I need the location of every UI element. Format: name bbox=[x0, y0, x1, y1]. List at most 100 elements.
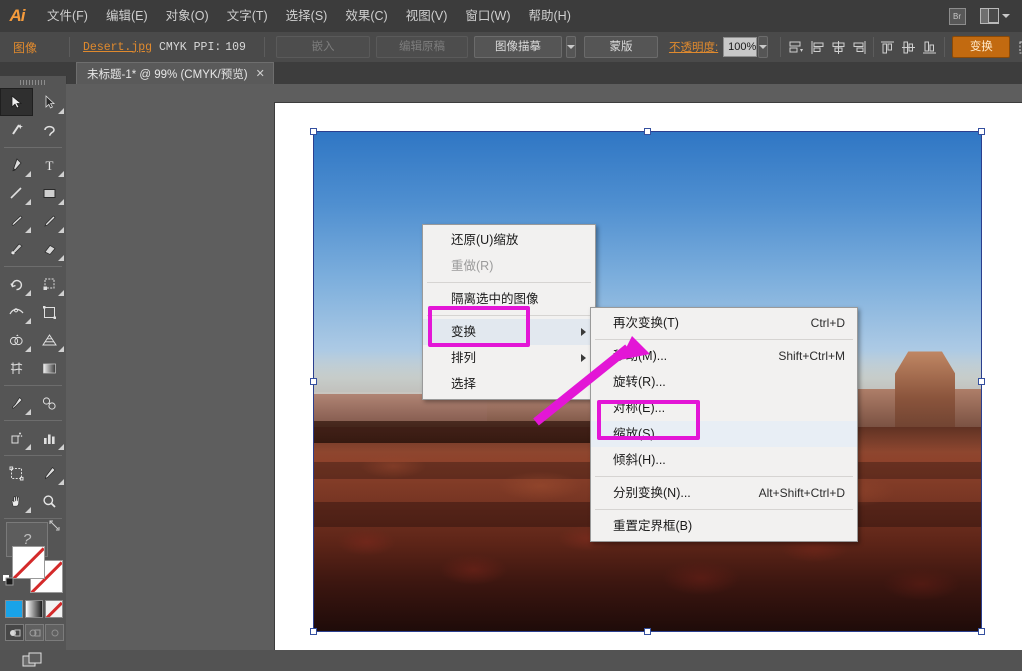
document-tab[interactable]: 未标题-1* @ 99% (CMYK/预览) ✕ bbox=[76, 62, 274, 84]
opacity-label[interactable]: 不透明度: bbox=[669, 39, 718, 55]
divider bbox=[4, 420, 62, 421]
line-segment-tool[interactable] bbox=[0, 179, 33, 207]
eraser-tool[interactable] bbox=[33, 235, 66, 263]
divider bbox=[595, 509, 853, 510]
ctx-isolate-image[interactable]: 隔离选中的图像 bbox=[423, 286, 595, 312]
width-tool[interactable] bbox=[0, 298, 33, 326]
menu-view[interactable]: 视图(V) bbox=[397, 0, 457, 32]
paintbrush-tool[interactable] bbox=[0, 207, 33, 235]
opacity-input[interactable]: 100% bbox=[723, 37, 758, 57]
sub-transform-again-label: 再次变换(T) bbox=[613, 316, 679, 330]
align-center-vertical-icon[interactable] bbox=[900, 36, 917, 58]
menu-window[interactable]: 窗口(W) bbox=[456, 0, 519, 32]
menu-object[interactable]: 对象(O) bbox=[157, 0, 218, 32]
draw-behind-button[interactable] bbox=[25, 624, 44, 641]
ctx-undo-scale[interactable]: 还原(U)缩放 bbox=[423, 227, 595, 253]
align-left-icon[interactable] bbox=[809, 36, 826, 58]
menu-help[interactable]: 帮助(H) bbox=[520, 0, 580, 32]
image-trace-button[interactable]: 图像描摹 bbox=[473, 36, 562, 58]
embed-button[interactable]: 嵌入 bbox=[275, 36, 370, 58]
ctx-redo: 重做(R) bbox=[451, 259, 494, 273]
eyedropper-tool[interactable] bbox=[0, 389, 33, 417]
hand-tool[interactable] bbox=[0, 487, 33, 515]
mask-button[interactable]: 蒙版 bbox=[583, 36, 658, 58]
divider bbox=[780, 37, 782, 57]
divider bbox=[4, 147, 62, 148]
align-top-icon[interactable] bbox=[879, 36, 896, 58]
pen-tool[interactable] bbox=[0, 151, 33, 179]
rotate-tool[interactable] bbox=[0, 270, 33, 298]
sub-shear[interactable]: 倾斜(H)... bbox=[591, 447, 857, 473]
sub-scale[interactable]: 缩放(S)... bbox=[591, 421, 857, 447]
ctx-arrange[interactable]: 排列 bbox=[423, 345, 595, 371]
align-center-horizontal-icon[interactable] bbox=[830, 36, 847, 58]
default-fill-stroke-icon[interactable] bbox=[2, 574, 15, 587]
free-transform-tool[interactable] bbox=[33, 298, 66, 326]
menu-type[interactable]: 文字(T) bbox=[218, 0, 277, 32]
gradient-mode-button[interactable] bbox=[25, 600, 43, 618]
flyout-indicator-icon bbox=[58, 255, 64, 261]
bridge-glyph: Br bbox=[948, 7, 966, 25]
sub-transform-again[interactable]: 再次变换(T) Ctrl+D bbox=[591, 310, 857, 336]
none-mode-button[interactable] bbox=[45, 600, 63, 618]
align-options-icon[interactable] bbox=[788, 36, 805, 58]
sub-transform-each[interactable]: 分别变换(N)... Alt+Shift+Ctrl+D bbox=[591, 480, 857, 506]
sub-move-label: 移动(M)... bbox=[613, 349, 668, 363]
tools-panel-grip[interactable] bbox=[0, 76, 66, 88]
artboard-tool[interactable] bbox=[0, 459, 33, 487]
divider bbox=[4, 455, 62, 456]
ctx-select[interactable]: 选择 bbox=[423, 371, 595, 397]
flyout-indicator-icon bbox=[58, 108, 64, 114]
slice-tool[interactable] bbox=[33, 459, 66, 487]
menu-select[interactable]: 选择(S) bbox=[277, 0, 337, 32]
image-butte bbox=[895, 351, 956, 437]
linked-file-link[interactable]: Desert.jpg bbox=[83, 41, 152, 54]
sub-reflect[interactable]: 对称(E)... bbox=[591, 395, 857, 421]
workspace-switcher-icon[interactable] bbox=[979, 5, 1011, 27]
scale-tool[interactable] bbox=[33, 270, 66, 298]
draw-inside-button[interactable] bbox=[45, 624, 64, 641]
sub-move[interactable]: 移动(M)... Shift+Ctrl+M bbox=[591, 343, 857, 369]
color-mode-button[interactable] bbox=[5, 600, 23, 618]
lasso-tool[interactable] bbox=[33, 116, 66, 144]
perspective-grid-tool[interactable] bbox=[33, 326, 66, 354]
flyout-indicator-icon bbox=[58, 199, 64, 205]
magic-wand-tool[interactable] bbox=[0, 116, 33, 144]
shape-builder-tool[interactable] bbox=[0, 326, 33, 354]
align-bottom-icon[interactable] bbox=[921, 36, 938, 58]
ctx-transform[interactable]: 变换 bbox=[423, 319, 595, 345]
sub-rotate[interactable]: 旋转(R)... bbox=[591, 369, 857, 395]
selection-tool[interactable] bbox=[0, 88, 33, 116]
align-right-icon[interactable] bbox=[851, 36, 868, 58]
blob-brush-tool[interactable] bbox=[0, 235, 33, 263]
symbol-sprayer-tool[interactable] bbox=[0, 424, 33, 452]
blend-tool[interactable] bbox=[33, 389, 66, 417]
opacity-dropdown[interactable] bbox=[758, 36, 769, 58]
rectangle-tool[interactable] bbox=[33, 179, 66, 207]
transform-panel-button[interactable]: 变换 bbox=[952, 36, 1011, 58]
menu-file[interactable]: 文件(F) bbox=[38, 0, 97, 32]
edit-original-button[interactable]: 编辑原稿 bbox=[375, 36, 468, 58]
chevron-down-icon bbox=[1002, 14, 1010, 18]
document-setup-icon[interactable] bbox=[1017, 36, 1022, 58]
fill-swatch[interactable] bbox=[12, 546, 45, 579]
column-graph-tool[interactable] bbox=[33, 424, 66, 452]
draw-normal-button[interactable] bbox=[5, 624, 24, 641]
swap-fill-stroke-icon[interactable] bbox=[49, 520, 60, 531]
zoom-tool[interactable] bbox=[33, 487, 66, 515]
menu-effect[interactable]: 效果(C) bbox=[336, 0, 396, 32]
sub-reset-bounding-box[interactable]: 重置定界框(B) bbox=[591, 513, 857, 539]
bridge-icon[interactable]: Br bbox=[945, 5, 969, 27]
pencil-tool[interactable] bbox=[33, 207, 66, 235]
menu-edit[interactable]: 编辑(E) bbox=[97, 0, 157, 32]
type-tool[interactable]: T bbox=[33, 151, 66, 179]
direct-selection-tool[interactable] bbox=[33, 88, 66, 116]
gradient-tool[interactable] bbox=[33, 354, 66, 382]
fill-stroke-cluster: ? bbox=[0, 520, 66, 596]
sub-transform-each-shortcut: Alt+Shift+Ctrl+D bbox=[758, 486, 845, 500]
tools-panel: T ? bbox=[0, 76, 67, 667]
close-icon[interactable]: ✕ bbox=[256, 67, 265, 80]
screen-mode-button[interactable] bbox=[20, 649, 46, 671]
mesh-tool[interactable] bbox=[0, 354, 33, 382]
image-trace-presets-dropdown[interactable] bbox=[565, 36, 576, 58]
